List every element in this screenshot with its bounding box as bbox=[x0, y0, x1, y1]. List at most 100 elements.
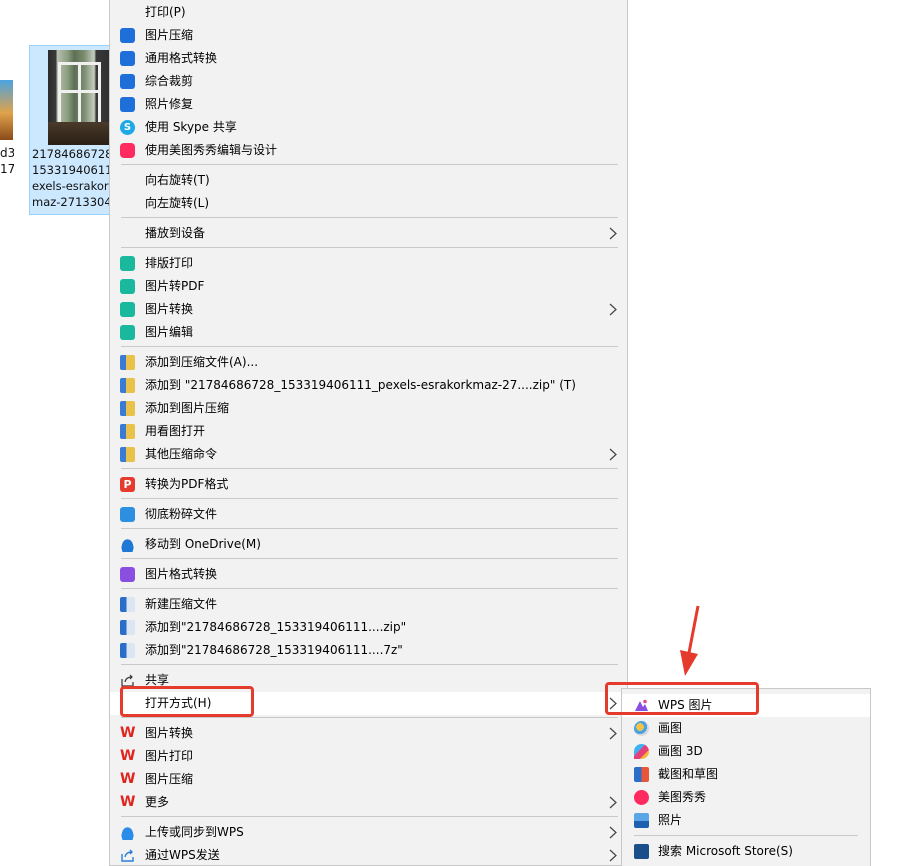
menu-item-send-via-wps[interactable]: 通过WPS发送 bbox=[110, 844, 627, 866]
menu-item-wps-more[interactable]: W 更多 bbox=[110, 791, 627, 814]
submenu-item-label: 照片 bbox=[658, 813, 683, 827]
menu-item-label: 图片压缩 bbox=[145, 28, 194, 42]
file-name-line: maz-2713304... bbox=[32, 195, 112, 209]
layout-print-icon bbox=[120, 256, 135, 271]
left-file-thumbnail[interactable] bbox=[0, 80, 13, 140]
store-icon bbox=[634, 844, 649, 859]
menu-item-image-convert[interactable]: 图片转换 bbox=[110, 298, 627, 321]
menu-separator bbox=[121, 247, 618, 248]
menu-item-label: 使用 Skype 共享 bbox=[145, 120, 237, 134]
archive-icon bbox=[120, 401, 135, 416]
menu-item-label: 综合裁剪 bbox=[145, 74, 194, 88]
menu-item-rotate-right[interactable]: 向右旋转(T) bbox=[110, 169, 627, 192]
menu-item-label: 添加到"21784686728_153319406111....7z" bbox=[145, 643, 403, 657]
submenu-item-label: 美图秀秀 bbox=[658, 790, 707, 804]
zip-icon bbox=[120, 597, 135, 612]
menu-item-wps-image-convert[interactable]: W 图片转换 bbox=[110, 722, 627, 745]
menu-item-layout-print[interactable]: 排版打印 bbox=[110, 252, 627, 275]
menu-separator bbox=[121, 558, 618, 559]
menu-item-label: 添加到图片压缩 bbox=[145, 401, 230, 415]
photo-repair-icon bbox=[120, 97, 135, 112]
menu-item-label: 图片压缩 bbox=[145, 772, 194, 786]
wps-icon: W bbox=[120, 794, 136, 810]
menu-item-wps-image-compress[interactable]: W 图片压缩 bbox=[110, 768, 627, 791]
wps-icon: W bbox=[120, 725, 136, 741]
selected-file-item[interactable]: 21784686728_ 153319406111_p exels-esrako… bbox=[29, 45, 114, 215]
submenu-item-meitu[interactable]: 美图秀秀 bbox=[622, 786, 870, 809]
highlight-wps-image bbox=[605, 682, 759, 715]
submenu-item-label: 截图和草图 bbox=[658, 767, 719, 781]
snip-sketch-icon bbox=[634, 767, 649, 782]
menu-item-label: 图片转换 bbox=[145, 302, 194, 316]
menu-item-label: 彻底粉碎文件 bbox=[145, 507, 218, 521]
menu-item-image-format-convert[interactable]: 图片格式转换 bbox=[110, 563, 627, 586]
image-edit-icon bbox=[120, 325, 135, 340]
submenu-item-snip-sketch[interactable]: 截图和草图 bbox=[622, 763, 870, 786]
menu-separator bbox=[121, 468, 618, 469]
selected-file-thumbnail bbox=[48, 50, 114, 145]
photos-icon bbox=[634, 813, 649, 828]
menu-item-new-archive[interactable]: 新建压缩文件 bbox=[110, 593, 627, 616]
submenu-item-paint-3d[interactable]: 画图 3D bbox=[622, 740, 870, 763]
submenu-item-label: 搜索 Microsoft Store(S) bbox=[658, 844, 793, 858]
file-name-line: 21784686728_ bbox=[32, 147, 112, 161]
menu-item-crop[interactable]: 综合裁剪 bbox=[110, 70, 627, 93]
send-icon bbox=[121, 849, 134, 862]
menu-item-image-to-pdf[interactable]: 图片转PDF bbox=[110, 275, 627, 298]
submenu-item-label: 画图 3D bbox=[658, 744, 703, 758]
context-menu: 打印(P) 图片压缩 通用格式转换 综合裁剪 照片修复 S 使用 Skype 共… bbox=[109, 0, 628, 866]
menu-separator bbox=[121, 528, 618, 529]
menu-item-upload-wps[interactable]: 上传或同步到WPS bbox=[110, 821, 627, 844]
menu-item-label: 通过WPS发送 bbox=[145, 848, 220, 862]
meitu-icon bbox=[120, 143, 135, 158]
left-file-name-line1: d3 bbox=[0, 146, 14, 160]
file-name-line: exels-esrakork bbox=[32, 179, 112, 193]
menu-item-photo-repair[interactable]: 照片修复 bbox=[110, 93, 627, 116]
menu-separator bbox=[121, 717, 618, 718]
menu-item-move-to-onedrive[interactable]: 移动到 OneDrive(M) bbox=[110, 533, 627, 556]
image-convert-icon bbox=[120, 302, 135, 317]
menu-item-add-to-zip[interactable]: 添加到 "21784686728_153319406111_pexels-esr… bbox=[110, 374, 627, 397]
submenu-item-photos[interactable]: 照片 bbox=[622, 809, 870, 832]
menu-item-rotate-left[interactable]: 向左旋转(L) bbox=[110, 192, 627, 215]
submenu-item-paint[interactable]: 画图 bbox=[622, 717, 870, 740]
menu-item-image-compress[interactable]: 图片压缩 bbox=[110, 24, 627, 47]
menu-item-other-compress[interactable]: 其他压缩命令 bbox=[110, 443, 627, 466]
menu-item-image-edit[interactable]: 图片编辑 bbox=[110, 321, 627, 344]
menu-separator bbox=[121, 816, 618, 817]
menu-item-print[interactable]: 打印(P) bbox=[110, 1, 627, 24]
menu-item-label: 使用美图秀秀编辑与设计 bbox=[145, 143, 278, 157]
zip-icon bbox=[120, 643, 135, 658]
menu-item-open-with-viewer[interactable]: 用看图打开 bbox=[110, 420, 627, 443]
menu-item-format-convert[interactable]: 通用格式转换 bbox=[110, 47, 627, 70]
menu-item-skype-share[interactable]: S 使用 Skype 共享 bbox=[110, 116, 627, 139]
menu-item-label: 通用格式转换 bbox=[145, 51, 218, 65]
archive-icon bbox=[120, 447, 135, 462]
menu-item-add-7z[interactable]: 添加到"21784686728_153319406111....7z" bbox=[110, 639, 627, 662]
chevron-right-icon bbox=[609, 796, 617, 809]
submenu-item-search-store[interactable]: 搜索 Microsoft Store(S) bbox=[622, 840, 870, 863]
menu-item-convert-to-pdf[interactable]: P 转换为PDF格式 bbox=[110, 473, 627, 496]
archive-icon bbox=[120, 378, 135, 393]
image-to-pdf-icon bbox=[120, 279, 135, 294]
chevron-right-icon bbox=[609, 727, 617, 740]
menu-item-label: 转换为PDF格式 bbox=[145, 477, 229, 491]
menu-item-wps-image-print[interactable]: W 图片打印 bbox=[110, 745, 627, 768]
archive-icon bbox=[120, 355, 135, 370]
chevron-right-icon bbox=[609, 227, 617, 240]
menu-item-cast-to-device[interactable]: 播放到设备 bbox=[110, 222, 627, 245]
chevron-right-icon bbox=[609, 303, 617, 316]
menu-separator bbox=[121, 498, 618, 499]
menu-item-add-zip[interactable]: 添加到"21784686728_153319406111....zip" bbox=[110, 616, 627, 639]
red-arrow-annotation bbox=[680, 605, 700, 676]
menu-item-shred-file[interactable]: 彻底粉碎文件 bbox=[110, 503, 627, 526]
menu-item-add-to-image-compress[interactable]: 添加到图片压缩 bbox=[110, 397, 627, 420]
menu-item-meitu-edit[interactable]: 使用美图秀秀编辑与设计 bbox=[110, 139, 627, 162]
menu-item-label: 图片格式转换 bbox=[145, 567, 218, 581]
wps-icon: W bbox=[120, 748, 136, 764]
paint-icon bbox=[634, 721, 649, 736]
menu-item-add-to-archive[interactable]: 添加到压缩文件(A)... bbox=[110, 351, 627, 374]
chevron-right-icon bbox=[609, 849, 617, 862]
chevron-right-icon bbox=[609, 448, 617, 461]
crop-icon bbox=[120, 74, 135, 89]
